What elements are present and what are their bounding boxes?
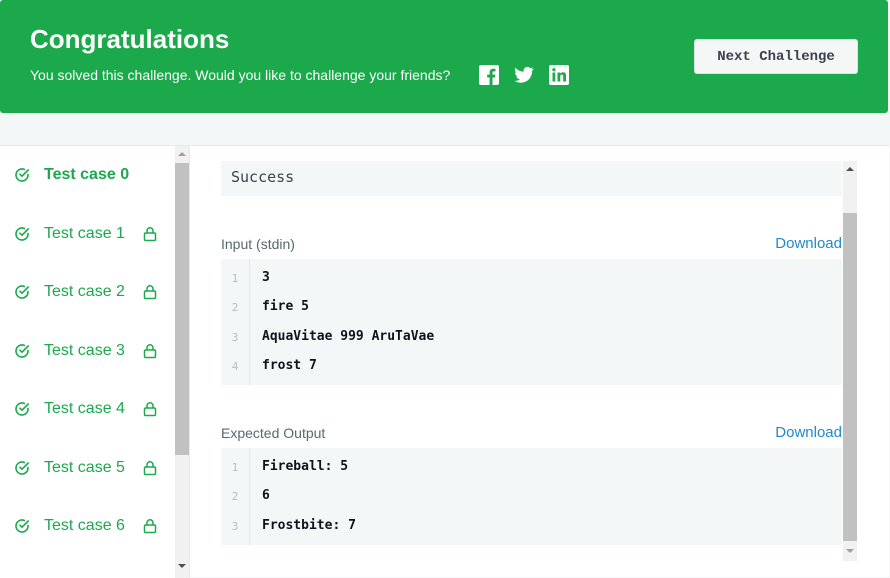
content-scroll-thumb[interactable]: [843, 213, 857, 541]
test-case-label: Test case 5: [44, 458, 125, 476]
result-content: Success Input (stdin) Download 1 3 2 fire 5…: [221, 146, 842, 578]
test-case-item[interactable]: Test case 4: [0, 380, 172, 438]
test-case-item[interactable]: Test case 2: [0, 263, 172, 321]
lock-icon: [143, 285, 157, 300]
line-number: 1: [231, 461, 239, 474]
test-case-label: Test case 3: [44, 341, 125, 359]
expected-output-label: Expected Output: [221, 425, 326, 441]
sidebar-scrollbar[interactable]: [175, 146, 189, 578]
banner-subtitle: You solved this challenge. Would you lik…: [30, 67, 451, 83]
line-text: frost 7: [262, 357, 317, 373]
line-text: 6: [262, 488, 270, 504]
line-text: AquaVitae 999 AruTaVae: [262, 328, 435, 344]
code-line: 13: [221, 264, 842, 293]
check-circle-icon: [15, 460, 29, 475]
test-case-sidebar: Test case 0 Test case 1 Test case 2 Test ca…: [0, 146, 190, 578]
line-text: fire 5: [262, 299, 309, 315]
check-circle-icon: [15, 402, 29, 416]
scroll-up-icon[interactable]: [178, 152, 186, 156]
line-number: 1: [231, 272, 239, 285]
check-circle-icon: [15, 285, 29, 299]
code-line: 1 Fireball: 5: [221, 453, 842, 482]
line-number: 4: [231, 359, 239, 373]
check-circle-icon: [15, 343, 29, 358]
test-case-label: Test case 2: [44, 283, 125, 300]
content-scrollbar[interactable]: [843, 161, 857, 561]
scroll-down-icon[interactable]: [846, 549, 854, 553]
lock-icon: [143, 519, 157, 534]
test-case-item[interactable]: Test case 3: [0, 322, 172, 380]
test-results-panel: Test case 0 Test case 1 Test case 2 Test ca…: [0, 145, 889, 578]
lock-icon: [143, 343, 157, 358]
test-case-label: Test case 1: [44, 224, 125, 242]
scroll-up-icon[interactable]: [846, 167, 854, 171]
expected-output-download-link[interactable]: Download: [775, 424, 842, 441]
line-number: 2: [231, 490, 239, 504]
sidebar-scroll-thumb[interactable]: [175, 163, 189, 455]
code-line: 2 fire 5: [221, 293, 842, 322]
line-number: 3: [231, 519, 239, 533]
facebook-icon[interactable]: [479, 65, 499, 85]
test-case-item[interactable]: Test case 5: [0, 439, 172, 497]
input-code-block: 1 3 2 fire 5 3 AquaVitae 999 AruTaVae 4 frost 7: [221, 259, 842, 385]
test-case-item[interactable]: Test case 0: [0, 146, 172, 204]
expected-output-code-block: 1 Fireball: 5 2 6 3 Frostbite: 7: [221, 448, 842, 545]
input-download-link[interactable]: Download: [775, 235, 842, 252]
lock-icon: [143, 402, 157, 417]
status-output: Success: [221, 161, 842, 196]
code-line: 3 AquaVitae 999 AruTaVae: [221, 323, 842, 352]
check-circle-icon: [15, 226, 29, 241]
code-line: 26: [221, 482, 842, 511]
lock-icon: [143, 226, 157, 241]
next-challenge-button[interactable]: Next Challenge: [694, 39, 858, 74]
test-case-item[interactable]: Test case 6: [0, 497, 172, 555]
line-text: Frostbite: 7: [262, 517, 356, 533]
linkedin-icon[interactable]: [549, 65, 569, 85]
line-text: Fireball: 5: [262, 459, 349, 474]
test-case-label: Test case 6: [44, 517, 125, 534]
lock-icon: [143, 460, 157, 475]
code-line: 3 Frostbite: 7: [221, 512, 842, 541]
check-circle-icon: [15, 519, 29, 533]
line-number: 2: [231, 301, 239, 315]
input-label: Input (stdin): [221, 236, 295, 252]
banner-title: Congratulations: [30, 24, 230, 54]
code-line: 4 frost 7: [221, 352, 842, 381]
line-text: 3: [262, 270, 270, 285]
success-banner: Congratulations You solved this challeng…: [0, 0, 888, 113]
test-case-item[interactable]: Test case 1: [0, 205, 172, 263]
test-case-label: Test case 4: [44, 400, 125, 417]
line-number: 3: [231, 330, 239, 344]
scroll-down-icon[interactable]: [178, 564, 186, 568]
twitter-icon[interactable]: [514, 65, 534, 85]
test-case-label: Test case 0: [44, 166, 130, 183]
check-circle-icon: [15, 168, 29, 182]
